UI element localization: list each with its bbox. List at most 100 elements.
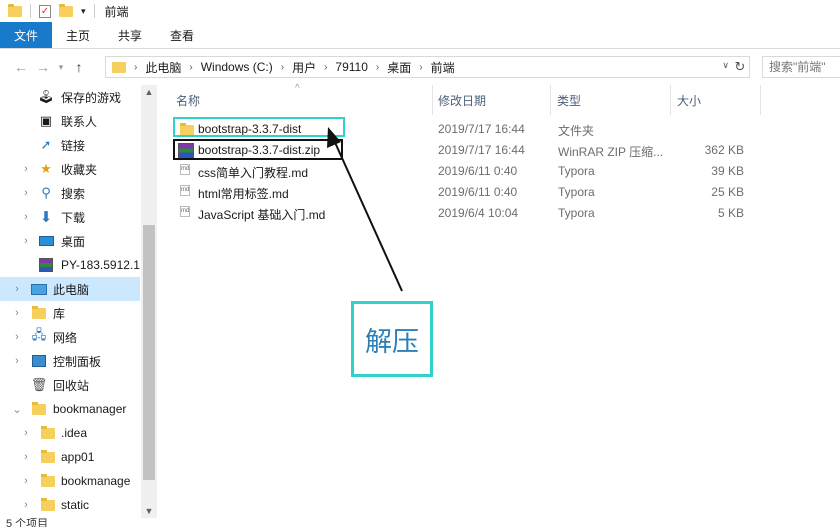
title-bar: ✓ ▾ 前端 <box>0 0 840 22</box>
nav-item-contacts[interactable]: ▣ 联系人 <box>0 109 140 133</box>
nav-item-app01[interactable]: › app01 <box>0 445 140 469</box>
tab-view[interactable]: 查看 <box>156 22 208 48</box>
forward-icon[interactable]: → <box>32 59 54 75</box>
column-header-type[interactable]: 类型 <box>557 85 581 115</box>
back-icon[interactable]: ← <box>10 59 32 75</box>
breadcrumb-separator[interactable]: › <box>189 62 192 73</box>
customize-toolbar-icon[interactable]: ▾ <box>81 6 86 17</box>
breadcrumb-users[interactable]: 用户 <box>292 59 316 76</box>
chevron-down-icon[interactable]: ∨ <box>722 60 729 71</box>
file-date: 2019/7/17 16:44 <box>438 143 525 157</box>
highlight-box-folder <box>173 117 345 137</box>
chevron-right-icon[interactable]: › <box>21 187 31 199</box>
file-row[interactable]: md css简单入门教程.md 2019/6/11 0:40 Typora 39… <box>174 161 774 182</box>
chevron-right-icon[interactable]: › <box>21 235 31 247</box>
nav-item-bookmanage[interactable]: › bookmanage <box>0 469 140 493</box>
nav-item-idea[interactable]: › .idea <box>0 421 140 445</box>
address-row: ← → ▾ ↑ › 此电脑 › Windows (C:) › 用户 › 7911… <box>0 49 840 85</box>
column-divider[interactable] <box>432 85 433 115</box>
file-row[interactable]: md html常用标签.md 2019/6/11 0:40 Typora 25 … <box>174 182 774 203</box>
column-divider[interactable] <box>550 85 551 115</box>
nav-item-label: 网络 <box>53 330 78 345</box>
column-header-date[interactable]: 修改日期 <box>438 85 486 115</box>
links-icon: ➚ <box>40 137 52 152</box>
nav-item-py[interactable]: PY-183.5912.1 <box>0 253 140 277</box>
this-pc-icon <box>31 282 47 296</box>
nav-item-links[interactable]: ➚ 链接 <box>0 133 140 157</box>
contacts-icon: ▣ <box>39 113 53 128</box>
chevron-right-icon[interactable]: › <box>21 499 31 511</box>
file-type: 文件夹 <box>558 124 595 138</box>
nav-item-label: 下载 <box>61 210 86 225</box>
nav-item-search[interactable]: › ⚲ 搜索 <box>0 181 140 205</box>
nav-item-label: .idea <box>61 426 88 440</box>
recent-locations-icon[interactable]: ▾ <box>54 62 68 73</box>
search-input[interactable]: 搜索"前端" <box>762 56 840 78</box>
refresh-icon[interactable]: ↻ <box>731 59 749 77</box>
tab-file[interactable]: 文件 <box>0 22 53 48</box>
nav-item-favorites[interactable]: › ★ 收藏夹 <box>0 157 140 181</box>
breadcrumb-this-pc[interactable]: 此电脑 <box>145 59 181 76</box>
chevron-right-icon[interactable]: › <box>12 283 22 295</box>
chevron-down-icon[interactable]: ⌄ <box>12 403 22 416</box>
nav-item-desktop[interactable]: › 桌面 <box>0 229 140 253</box>
chevron-right-icon[interactable]: › <box>21 163 31 175</box>
nav-item-this-pc[interactable]: › 此电脑 <box>0 277 140 301</box>
chevron-right-icon[interactable]: › <box>12 355 22 367</box>
column-header-name[interactable]: 名称 <box>176 85 200 115</box>
file-type: Typora <box>558 185 595 199</box>
ribbon-tabs: 文件 主页 共享 查看 <box>0 22 840 49</box>
markdown-icon: md <box>180 164 190 175</box>
highlight-box-zip <box>173 139 343 160</box>
column-header-size[interactable]: 大小 <box>677 85 701 115</box>
tab-share[interactable]: 共享 <box>104 22 156 48</box>
column-divider[interactable] <box>760 85 761 115</box>
download-icon: ⬇ <box>39 209 53 226</box>
nav-item-recycle-bin[interactable]: 🗑 回收站 <box>0 373 140 397</box>
unzip-callout: 解压 <box>351 301 433 377</box>
breadcrumb-c-drive[interactable]: Windows (C:) <box>201 60 273 74</box>
tab-home[interactable]: 主页 <box>52 22 104 48</box>
chevron-right-icon[interactable]: › <box>21 475 31 487</box>
chevron-right-icon[interactable]: › <box>21 451 31 463</box>
scroll-down-icon[interactable]: ▼ <box>141 506 157 516</box>
breadcrumb-separator[interactable]: › <box>324 62 327 73</box>
breadcrumb-separator: › <box>134 61 138 73</box>
properties-icon[interactable]: ✓ <box>39 4 51 18</box>
breadcrumb-separator[interactable]: › <box>376 62 379 73</box>
nav-item-library[interactable]: › 库 <box>0 301 140 325</box>
breadcrumb-current[interactable]: 前端 <box>431 59 455 76</box>
nav-item-saved-games[interactable]: 🕹 保存的游戏 <box>0 85 140 109</box>
chevron-right-icon[interactable]: › <box>12 307 22 319</box>
window-title: 前端 <box>104 4 129 19</box>
address-bar[interactable]: › 此电脑 › Windows (C:) › 用户 › 79110 › 桌面 ›… <box>105 56 750 78</box>
breadcrumb-separator[interactable]: › <box>281 62 284 73</box>
breadcrumb-user[interactable]: 79110 <box>335 60 367 74</box>
saved-games-icon: 🕹 <box>37 89 55 104</box>
up-icon[interactable]: ↑ <box>68 59 90 75</box>
file-type: Typora <box>558 164 595 178</box>
nav-scrollbar[interactable]: ▲ ▼ <box>141 85 157 518</box>
file-type: WinRAR ZIP 压缩... <box>558 145 664 159</box>
nav-item-static[interactable]: › static <box>0 493 140 517</box>
scrollbar-thumb[interactable] <box>143 225 155 480</box>
chevron-right-icon[interactable]: › <box>21 427 31 439</box>
status-bar: 5 个项目 <box>6 518 49 527</box>
file-date: 2019/7/17 16:44 <box>438 122 525 136</box>
scroll-up-icon[interactable]: ▲ <box>141 87 157 97</box>
column-divider[interactable] <box>670 85 671 115</box>
nav-item-label: bookmanager <box>53 402 127 416</box>
breadcrumb-desktop[interactable]: 桌面 <box>387 59 411 76</box>
file-row[interactable]: md JavaScript 基础入门.md 2019/6/4 10:04 Typ… <box>174 203 774 224</box>
nav-item-downloads[interactable]: › ⬇ 下载 <box>0 205 140 229</box>
file-date: 2019/6/11 0:40 <box>438 185 518 199</box>
new-folder-icon[interactable] <box>59 3 73 17</box>
file-size: 5 KB <box>717 206 744 220</box>
breadcrumb-separator[interactable]: › <box>419 62 422 73</box>
folder-icon <box>40 425 56 440</box>
nav-item-bookmanager[interactable]: ⌄ bookmanager <box>0 397 140 421</box>
chevron-right-icon[interactable]: › <box>21 211 31 223</box>
chevron-right-icon[interactable]: › <box>12 331 22 343</box>
nav-item-network[interactable]: › 🖧 网络 <box>0 325 140 349</box>
nav-item-control-panel[interactable]: › 控制面板 <box>0 349 140 373</box>
